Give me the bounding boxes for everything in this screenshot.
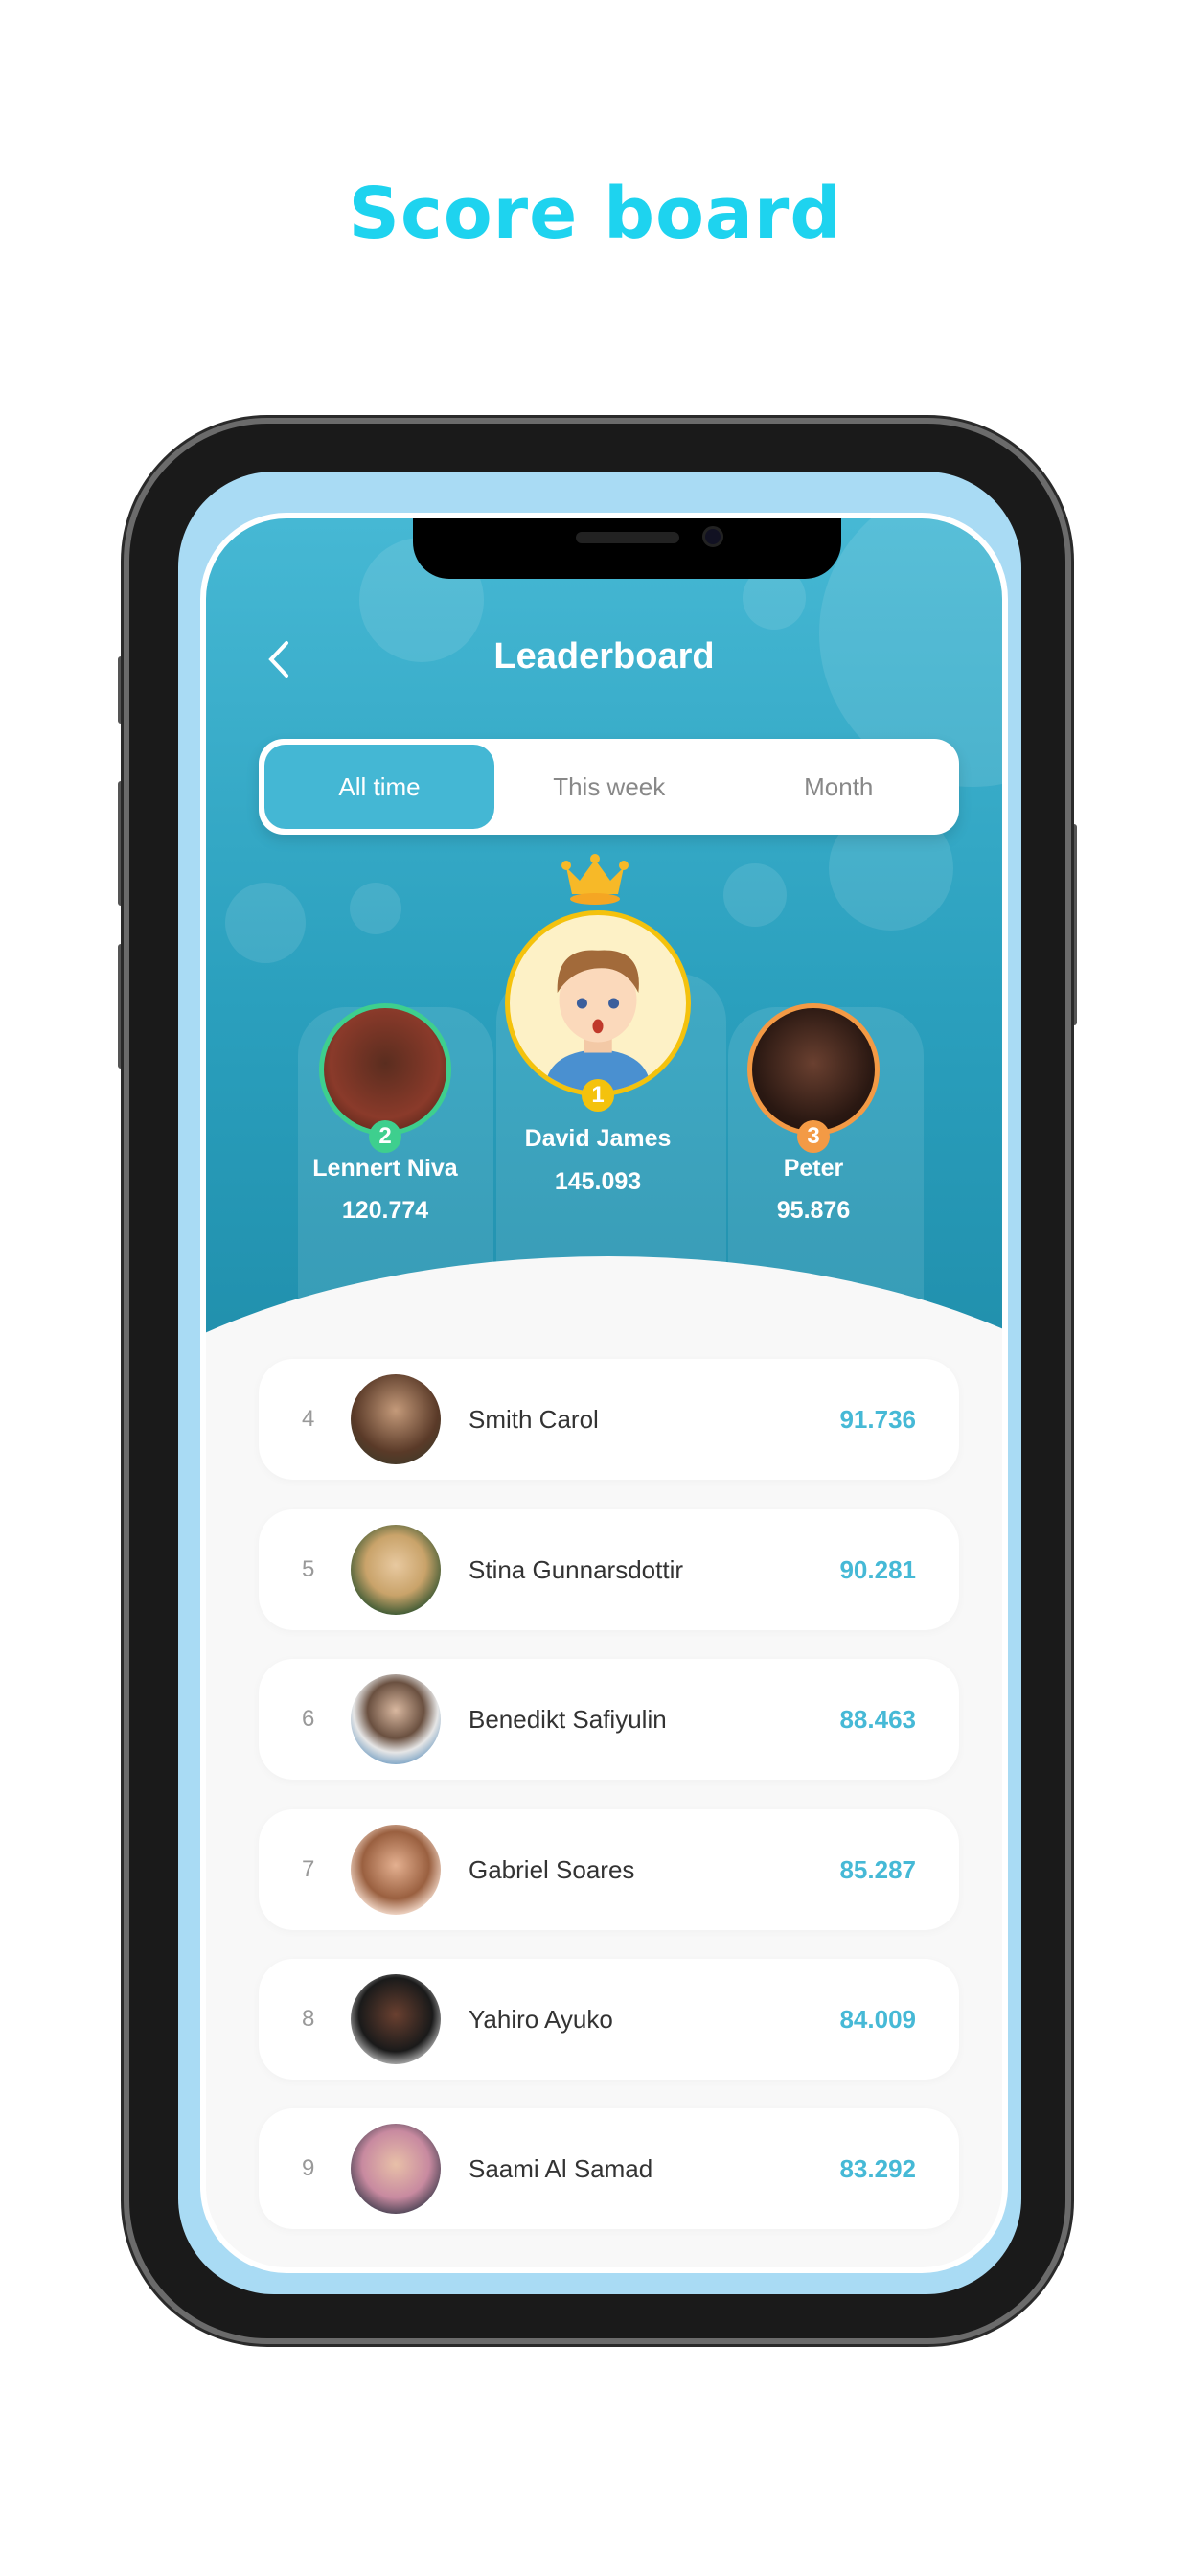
row-rank: 8 [302,2006,315,2032]
leaderboard-row[interactable]: 7 Gabriel Soares 85.287 [259,1809,959,1930]
leaderboard-row[interactable]: 5 Stina Gunnarsdottir 90.281 [259,1509,959,1630]
avatar [351,1974,441,2064]
avatar [351,1374,441,1464]
row-rank: 7 [302,1856,315,1882]
row-name: Saami Al Samad [469,2154,653,2183]
row-rank: 6 [302,1706,315,1732]
tab-all-time[interactable]: All time [264,745,494,829]
row-name: Gabriel Soares [469,1855,635,1884]
row-score: 91.736 [839,1405,916,1434]
row-rank: 4 [302,1406,315,1432]
leaderboard-row[interactable]: 8 Yahiro Ayuko 84.009 [259,1959,959,2080]
row-name: Smith Carol [469,1405,599,1434]
rank-badge-3: 3 [797,1120,830,1153]
phone-notch [413,518,841,579]
second-place-score: 120.774 [341,1197,429,1224]
leaderboard-row[interactable]: 9 Saami Al Samad 83.292 [259,2108,959,2229]
avatar [351,1525,441,1615]
row-name: Yahiro Ayuko [469,2005,613,2034]
page-headline: Score board [348,172,842,255]
third-place-name: Peter [783,1155,844,1182]
avatar [351,1674,441,1764]
tab-this-week[interactable]: This week [494,745,724,829]
leaderboard-app: Leaderboard All time This week Month 1 D… [200,513,1008,2273]
row-name: Benedikt Safiyulin [469,1705,667,1734]
page-title: Leaderboard [493,636,715,677]
row-score: 84.009 [839,2005,916,2034]
leaderboard-row[interactable]: 6 Benedikt Safiyulin 88.463 [259,1659,959,1780]
row-score: 85.287 [839,1855,916,1884]
avatar [351,1825,441,1915]
time-range-tabs: All time This week Month [259,739,959,835]
avatar-first-place[interactable] [505,910,691,1096]
first-place-score: 145.093 [554,1168,642,1195]
first-place-name: David James [524,1125,672,1152]
row-rank: 5 [302,1556,315,1582]
avatar [351,2124,441,2214]
second-place-name: Lennert Niva [312,1155,458,1182]
avatar-second-place[interactable] [319,1003,451,1136]
row-score: 83.292 [839,2154,916,2183]
row-rank: 9 [302,2155,315,2181]
crown-icon [561,854,629,905]
third-place-score: 95.876 [776,1197,851,1224]
rank-badge-1: 1 [582,1079,614,1112]
avatar-third-place[interactable] [747,1003,880,1136]
phone-screen: Leaderboard All time This week Month 1 D… [178,472,1021,2294]
leaderboard-row[interactable]: 4 Smith Carol 91.736 [259,1359,959,1480]
row-name: Stina Gunnarsdottir [469,1555,684,1584]
row-score: 88.463 [839,1705,916,1734]
rank-badge-2: 2 [369,1120,401,1153]
tab-month[interactable]: Month [724,745,954,829]
row-score: 90.281 [839,1555,916,1584]
